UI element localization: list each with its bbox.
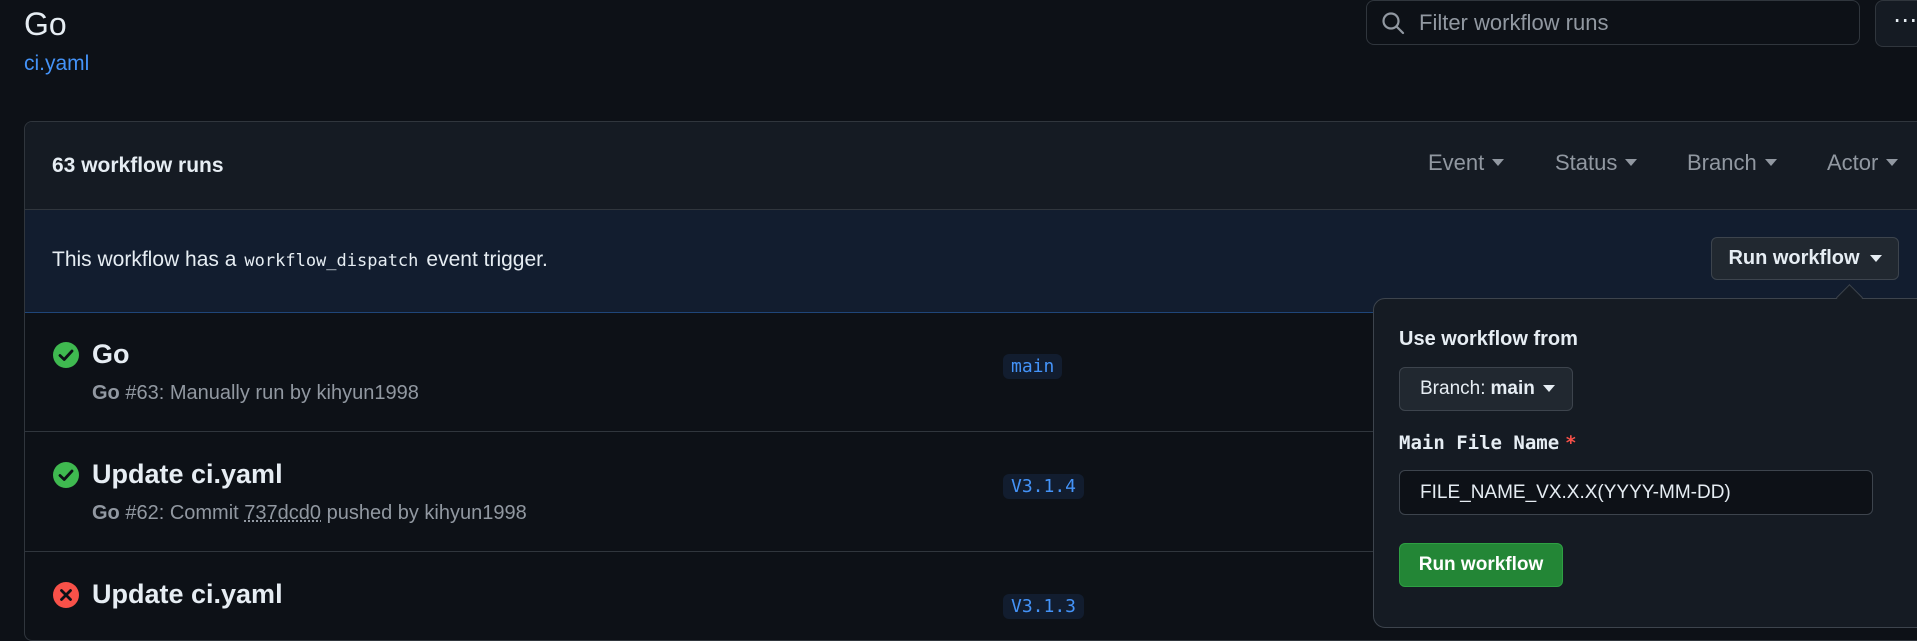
caret-down-icon [1764,159,1777,166]
page-title: Go [24,6,67,42]
search-placeholder: Filter workflow runs [1419,9,1609,35]
run-workflow-label: Run workflow [1728,247,1860,269]
status-filter[interactable]: Status [1555,150,1638,176]
popover-heading: Use workflow from [1399,328,1578,350]
caret-down-icon [1869,254,1882,262]
filter-runs-search[interactable]: Filter workflow runs [1366,0,1860,45]
branch-filter[interactable]: Branch [1687,150,1777,176]
branch-badge[interactable]: V3.1.3 [1003,594,1085,619]
status-filter-label: Status [1555,150,1618,175]
commit-sha-link[interactable]: 737dcd0 [244,502,321,524]
workflow-file-link[interactable]: ci.yaml [24,52,89,76]
branch-select-value: main [1490,378,1535,399]
caret-down-icon [1625,159,1638,166]
search-icon [1382,11,1405,34]
main-file-name-input[interactable] [1399,470,1873,515]
branch-select-button[interactable]: Branch: main [1399,367,1573,411]
actor-filter[interactable]: Actor [1827,150,1899,176]
runs-header: 63 workflow runs Event Status Branch Act… [25,122,1917,210]
field-label-text: Main File Name [1399,432,1560,454]
run-title[interactable]: Go [92,339,130,370]
required-marker: * [1565,432,1577,454]
event-filter-label: Event [1428,150,1485,175]
run-meta-text: #63: Manually run by kihyun1998 [119,382,419,404]
caret-down-icon [1542,385,1555,392]
success-check-icon [53,462,79,488]
run-meta: Go #63: Manually run by kihyun1998 [92,382,419,405]
run-workflow-dropdown-button[interactable]: Run workflow [1711,237,1899,280]
main-file-name-label: Main File Name * [1399,432,1577,454]
branch-filter-label: Branch [1687,150,1757,175]
dispatch-code: workflow_dispatch [244,251,419,271]
dispatch-message: This workflow has a workflow_dispatch even… [52,248,548,272]
run-meta: Go #62: Commit 737dcd0 pushed by kihyun1… [92,502,527,525]
run-meta-text: pushed by kihyun1998 [321,502,527,524]
more-options-button[interactable]: ⋯ [1875,0,1917,47]
branch-badge[interactable]: main [1003,354,1063,379]
run-meta-workflow: Go [92,502,120,524]
branch-select-label: Branch: [1420,378,1486,399]
caret-down-icon [1886,159,1899,166]
event-filter[interactable]: Event [1428,150,1505,176]
failure-x-icon [53,582,79,608]
run-meta-text: #62: Commit [119,502,245,524]
branch-badge[interactable]: V3.1.4 [1003,474,1085,499]
actor-filter-label: Actor [1827,150,1879,175]
run-workflow-submit-button[interactable]: Run workflow [1399,543,1563,587]
run-title[interactable]: Update ci.yaml [92,459,283,490]
run-title[interactable]: Update ci.yaml [92,579,283,610]
dispatch-text-after: event trigger. [426,248,548,271]
caret-down-icon [1492,159,1505,166]
dispatch-text-before: This workflow has a [52,248,237,271]
success-check-icon [53,342,79,368]
runs-count: 63 workflow runs [52,153,224,177]
run-meta-workflow: Go [92,382,120,404]
